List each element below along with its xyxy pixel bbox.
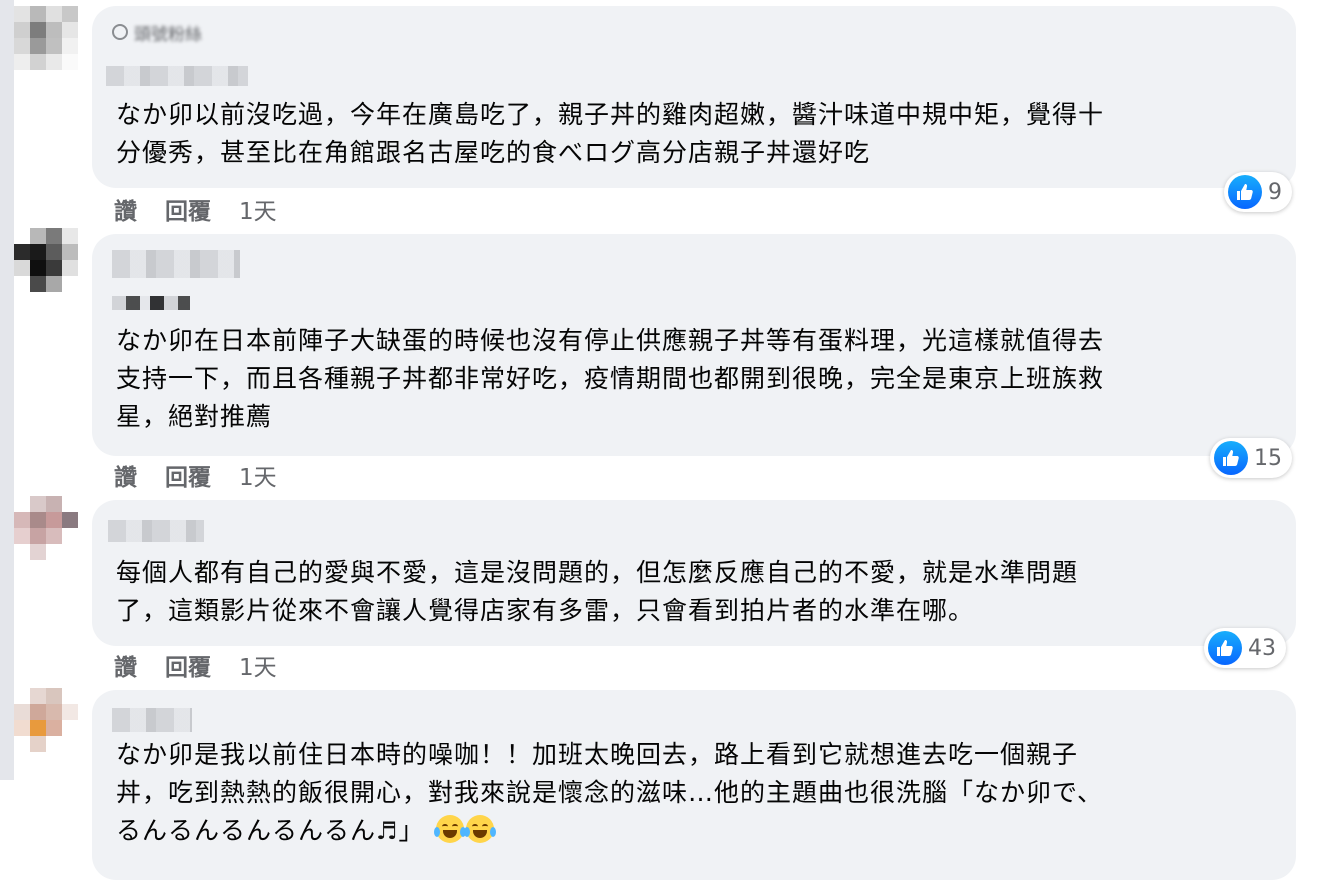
comment-timestamp[interactable]: 1天 <box>239 458 277 492</box>
comment-bubble: なか卯在日本前陣子大缺蛋的時候也沒有停止供應親子丼等有蛋料理，光這樣就值得去 支… <box>92 234 1296 456</box>
reaction-count: 43 <box>1248 635 1276 661</box>
author-name[interactable] <box>112 708 192 732</box>
top-fan-badge: 頭號粉絲 <box>112 20 202 45</box>
avatar[interactable] <box>14 688 78 768</box>
thread-rail <box>0 0 14 780</box>
comment-text: なか卯以前沒吃過，今年在廣島吃了，親子丼的雞肉超嫩，醬汁味道中規中矩，覺得十 分… <box>116 100 1105 167</box>
laughing-crying-emoji-icon <box>433 815 466 843</box>
like-button[interactable]: 讚 <box>114 648 137 682</box>
like-icon <box>1214 441 1248 475</box>
author-name[interactable] <box>112 250 240 278</box>
author-subtitle <box>112 296 190 310</box>
reaction-count: 15 <box>1254 445 1282 471</box>
comment-text-tail: 」 <box>398 816 425 845</box>
comment-actions: 讚 回覆 1天 <box>114 458 277 492</box>
music-note-icon: ♬ <box>376 817 399 845</box>
like-icon <box>1228 175 1262 209</box>
comment-bubble: なか卯以前沒吃過，今年在廣島吃了，親子丼的雞肉超嫩，醬汁味道中規中矩，覺得十 分… <box>92 6 1296 188</box>
avatar[interactable] <box>14 496 78 576</box>
comment-text: なか卯是我以前住日本時的噪咖！！加班太晚回去，路上看到它就想進去吃一個親子 丼，… <box>116 736 1252 850</box>
reply-button[interactable]: 回覆 <box>165 192 211 226</box>
comment-timestamp[interactable]: 1天 <box>239 648 277 682</box>
comment-text: 每個人都有自己的愛與不愛，這是沒問題的，但怎麼反應自己的不愛，就是水準問題 了，… <box>116 558 1079 625</box>
like-button[interactable]: 讚 <box>114 458 137 492</box>
like-icon <box>1208 631 1242 665</box>
fan-badge-icon <box>112 24 128 40</box>
reaction-count: 9 <box>1268 179 1282 205</box>
comment-bubble: 每個人都有自己的愛與不愛，這是沒問題的，但怎麼反應自己的不愛，就是水準問題 了，… <box>92 500 1296 646</box>
like-button[interactable]: 讚 <box>114 192 137 226</box>
comment-text: なか卯在日本前陣子大缺蛋的時候也沒有停止供應親子丼等有蛋料理，光這樣就值得去 支… <box>116 326 1105 431</box>
comment-text-body: なか卯是我以前住日本時的噪咖！！加班太晚回去，路上看到它就想進去吃一個親子 丼，… <box>116 740 1104 845</box>
comment-actions: 讚 回覆 1天 <box>114 192 277 226</box>
reaction-summary[interactable]: 9 <box>1224 172 1292 212</box>
reaction-summary[interactable]: 43 <box>1204 628 1286 668</box>
author-name[interactable] <box>106 66 248 86</box>
badge-label: 頭號粉絲 <box>134 24 202 45</box>
reply-button[interactable]: 回覆 <box>165 648 211 682</box>
reply-button[interactable]: 回覆 <box>165 458 211 492</box>
comment-bubble: なか卯是我以前住日本時的噪咖！！加班太晚回去，路上看到它就想進去吃一個親子 丼，… <box>92 690 1296 880</box>
laughing-crying-emoji-icon <box>463 815 496 843</box>
avatar[interactable] <box>14 228 78 308</box>
avatar[interactable] <box>14 6 78 86</box>
reaction-summary[interactable]: 15 <box>1210 438 1292 478</box>
comment-actions: 讚 回覆 1天 <box>114 648 277 682</box>
author-name[interactable] <box>108 520 204 542</box>
comment-timestamp[interactable]: 1天 <box>239 192 277 226</box>
